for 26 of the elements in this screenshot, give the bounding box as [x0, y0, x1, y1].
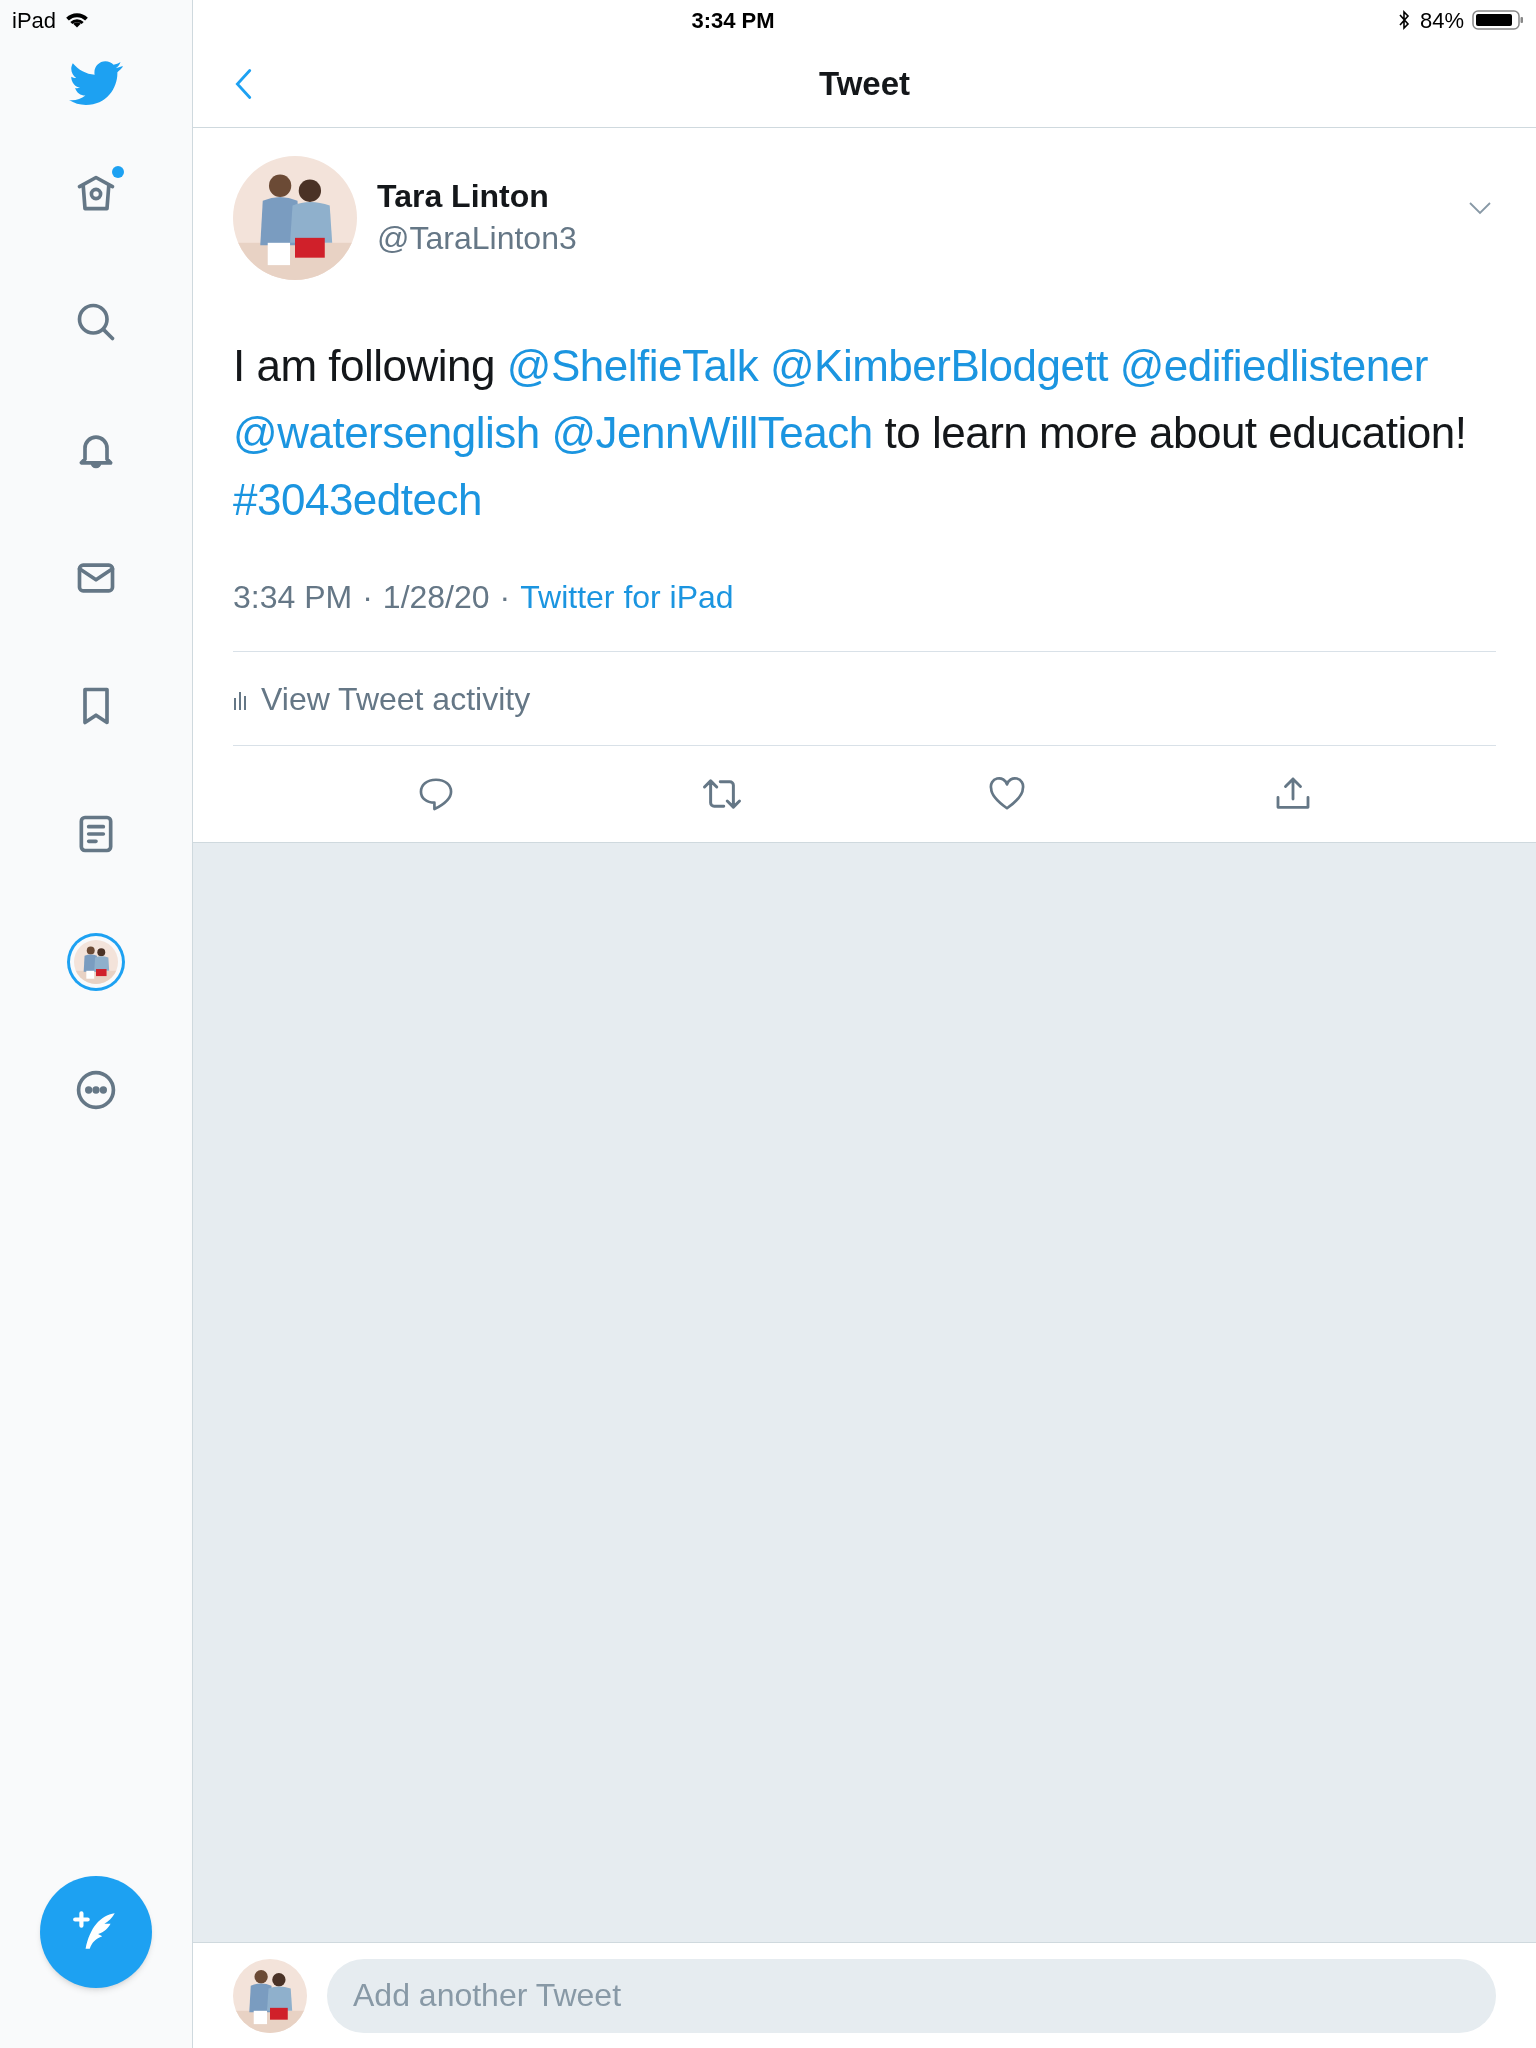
source-link[interactable]: Twitter for iPad	[520, 573, 734, 621]
mention-link[interactable]: @KimberBlodgett	[769, 341, 1108, 390]
sidebar-nav-button[interactable]	[70, 936, 122, 988]
mention-link[interactable]: #3043edtech	[233, 475, 482, 524]
screen-title: Tweet	[818, 63, 911, 104]
mention-link[interactable]: @watersenglish	[233, 408, 540, 457]
status-time: 3:34 PM	[690, 6, 776, 35]
separator-dot: ·	[362, 578, 373, 617]
chevron-down-icon	[1468, 201, 1492, 215]
view-activity-button[interactable]: View Tweet activity	[233, 652, 1496, 746]
back-chevron-icon	[234, 67, 252, 100]
battery-percent: 84%	[1419, 6, 1464, 35]
more-icon	[74, 1068, 118, 1112]
tweet-text: I am following @ShelfieTalk @KimberBlodgett @edifiedlistener @watersenglish @JennWillTeach to learn more about education! #3043edtech	[233, 340, 1468, 526]
add-tweet-field[interactable]: Add another Tweet	[327, 1958, 1496, 2033]
tweet-time: 3:34 PM	[233, 578, 353, 617]
mention-link[interactable]: @ShelfieTalk	[506, 341, 759, 390]
tweet-date: 1/28/20	[382, 578, 490, 617]
author-name: Tara Linton	[377, 177, 550, 216]
mention-link[interactable]: @JennWillTeach	[551, 408, 873, 457]
device-label: iPad	[12, 6, 57, 35]
mention-link[interactable]: @edifiedlistener	[1119, 341, 1428, 390]
bluetooth-icon	[1397, 10, 1410, 30]
separator-dot: ·	[499, 578, 511, 617]
battery-icon	[1472, 8, 1524, 32]
author-handle: @TaraLinton3	[377, 219, 578, 258]
